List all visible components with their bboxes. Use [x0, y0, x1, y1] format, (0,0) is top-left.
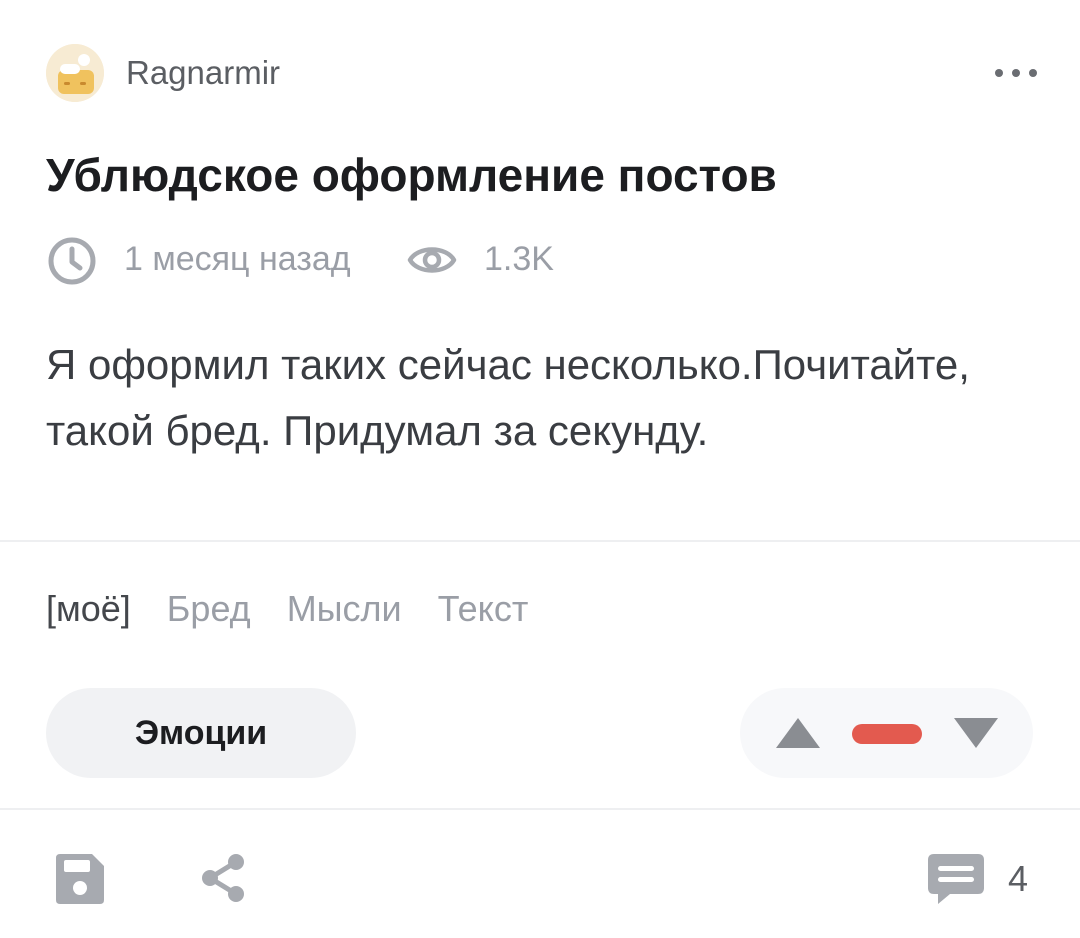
tag-list: [моё] Бред Мысли Текст [46, 588, 528, 630]
tag-own[interactable]: [моё] [46, 588, 131, 630]
divider [0, 540, 1080, 542]
triangle-down-icon [954, 718, 998, 748]
tag-item[interactable]: Мысли [287, 588, 402, 630]
avatar-image [46, 44, 104, 102]
clock-icon [46, 235, 98, 287]
tag-item[interactable]: Текст [438, 588, 529, 630]
author-name[interactable]: Ragnarmir [126, 54, 280, 92]
comments-count: 4 [1008, 858, 1029, 899]
more-options-button[interactable] [990, 58, 1044, 88]
post-title[interactable]: Ублюдское оформление постов [46, 148, 777, 202]
save-button[interactable] [50, 850, 108, 908]
emotions-button[interactable]: Эмоции [46, 688, 356, 778]
post-body: Я оформил таких сейчас несколько.Почитай… [46, 341, 970, 454]
more-dots-icon [995, 69, 1037, 77]
avatar[interactable] [46, 44, 104, 102]
comment-icon [928, 854, 984, 904]
tag-item[interactable]: Бред [167, 588, 251, 630]
eye-icon [406, 240, 458, 280]
views-count: 1.3K [484, 240, 554, 278]
post-time: 1 месяц назад [124, 240, 351, 278]
share-icon [202, 854, 244, 902]
share-button[interactable] [196, 850, 252, 906]
comments-button[interactable] [924, 848, 988, 908]
floppy-disk-icon [56, 854, 104, 904]
vote-down-button[interactable] [948, 712, 1004, 754]
divider [0, 808, 1080, 810]
post-card: Ragnarmir Ублюдское оформление постов 1 … [0, 0, 1080, 938]
minus-bar-icon [852, 724, 922, 744]
triangle-up-icon [776, 718, 820, 748]
vote-up-button[interactable] [770, 712, 826, 754]
